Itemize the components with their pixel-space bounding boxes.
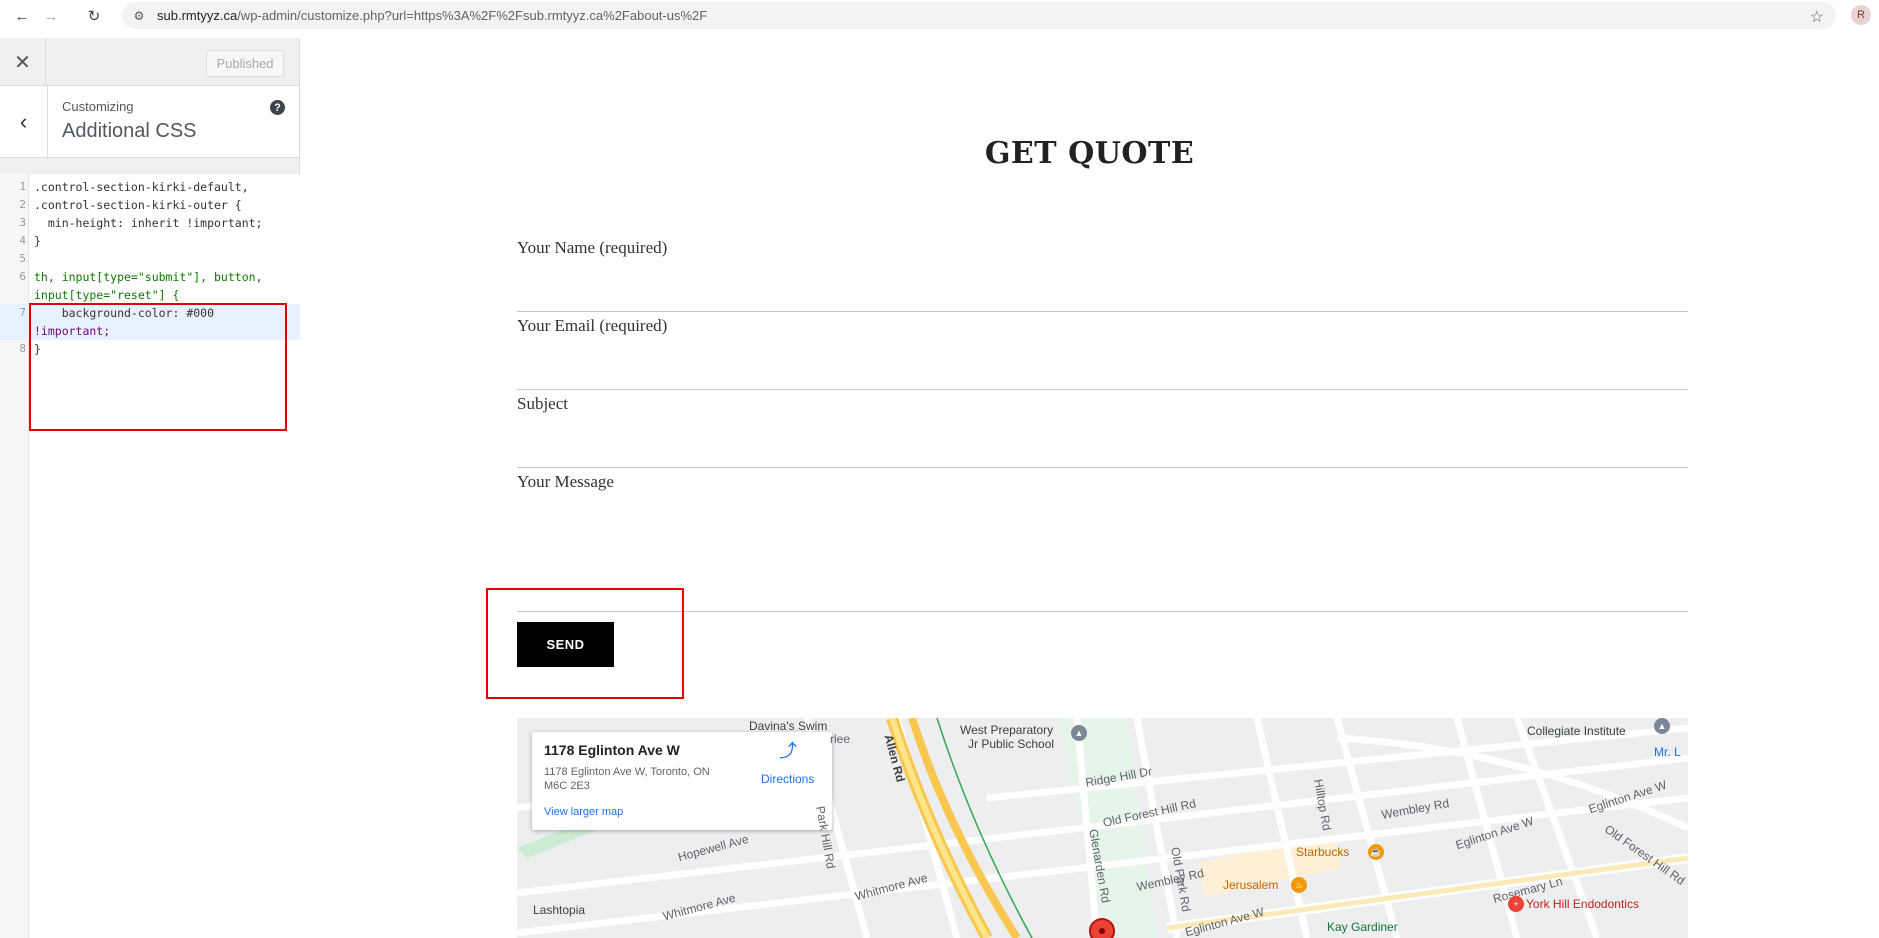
line-number: 7 (19, 306, 26, 319)
map-place-address: 1178 Eglinton Ave W, Toronto, ON M6C 2E3 (544, 766, 710, 792)
profile-avatar[interactable]: R (1851, 5, 1871, 25)
restaurant-icon: ♨ (1291, 877, 1307, 893)
school-icon: ▲ (1071, 725, 1087, 741)
line-number: 4 (19, 234, 26, 247)
published-button[interactable]: Published (206, 50, 284, 77)
line-number: 5 (19, 252, 26, 265)
bookmark-star-icon[interactable]: ☆ (1810, 7, 1824, 27)
customizer-header: ✕ Published (0, 38, 299, 86)
close-icon[interactable]: ✕ (0, 38, 46, 86)
map-label: Jr Public School (968, 737, 1055, 751)
code-line[interactable]: 4} (0, 232, 300, 250)
email-field[interactable] (517, 389, 1688, 390)
subject-label: Subject (517, 394, 568, 413)
code-line[interactable]: 5 (0, 250, 300, 268)
map-label: Collegiate Institute (1527, 724, 1626, 738)
line-number: 2 (19, 198, 26, 211)
line-number: 1 (19, 180, 26, 193)
map-label: Lashtopia (533, 903, 586, 917)
help-icon[interactable]: ? (270, 100, 285, 115)
forward-arrow-icon[interactable]: → (40, 5, 62, 27)
site-settings-icon[interactable]: ⚙ (131, 8, 147, 24)
code-line[interactable]: 2 .control-section-kirki-outer { (0, 196, 300, 214)
school-icon: ▲ (1654, 718, 1670, 734)
css-code-editor[interactable]: 1 .control-section-kirki-default, 2 .contro… (0, 174, 300, 938)
code-line[interactable]: 3 min-height: inherit !important; (0, 214, 300, 232)
highlight-box-send (486, 588, 684, 699)
code-text: input[type="reset"] { (34, 288, 180, 302)
medical-icon: + (1508, 896, 1524, 912)
map-label: Starbucks (1296, 845, 1350, 859)
email-label: Your Email (required) (517, 316, 668, 335)
url-text: sub.rmtyyz.ca/wp-admin/customize.php?url… (157, 8, 708, 23)
map-location-pin-icon[interactable] (1089, 918, 1115, 938)
back-chevron-icon[interactable]: ‹ (0, 86, 48, 158)
map-label: Mr. L (1654, 745, 1681, 759)
browser-toolbar: ← → ↻ ⚙ sub.rmtyyz.ca/wp-admin/customize… (0, 0, 1879, 32)
line-number: 3 (19, 216, 26, 229)
directions-link[interactable]: Directions (761, 772, 814, 786)
map-label: Jerusalem (1223, 878, 1279, 892)
map-label: Davina's Swim (749, 719, 828, 733)
name-label: Your Name (required) (517, 238, 668, 257)
map-place-title: 1178 Eglinton Ave W (544, 742, 680, 758)
customizing-label: Customizing (62, 99, 134, 114)
map-info-card: 1178 Eglinton Ave W 1178 Eglinton Ave W,… (532, 732, 832, 830)
coffee-icon: ☕ (1368, 844, 1384, 860)
reload-icon[interactable]: ↻ (83, 5, 105, 27)
section-header: ‹ Customizing Additional CSS ? (0, 86, 299, 158)
directions-icon[interactable]: ⤴ (778, 740, 798, 761)
google-map[interactable]: 1178 Eglinton Ave W 1178 Eglinton Ave W,… (517, 718, 1688, 938)
subject-field[interactable] (517, 467, 1688, 468)
name-field[interactable] (517, 311, 1688, 312)
message-label: Your Message (517, 472, 614, 491)
map-label: Kay Gardiner (1327, 920, 1398, 934)
site-preview: GET QUOTE Your Name (required) Your Emai… (300, 38, 1879, 938)
page-title: GET QUOTE (984, 136, 1195, 171)
line-number: 6 (19, 270, 26, 283)
map-label: rlee (830, 732, 851, 746)
line-number: 8 (19, 342, 26, 355)
map-label: York Hill Endodontics (1526, 897, 1639, 911)
customizer-sidebar: ✕ Published ‹ Customizing Additional CSS… (0, 38, 300, 938)
code-text: } (34, 234, 41, 248)
code-line[interactable]: 6 th, input[type="submit"], button, (0, 268, 300, 286)
code-line[interactable]: 1 .control-section-kirki-default, (0, 178, 300, 196)
code-text: .control-section-kirki-default, (34, 180, 249, 194)
code-text: .control-section-kirki-outer { (34, 198, 242, 212)
code-text: min-height: inherit !important; (34, 216, 263, 230)
section-title: Additional CSS (62, 120, 197, 142)
map-label: West Preparatory (960, 723, 1054, 737)
code-line[interactable]: input[type="reset"] { (0, 286, 300, 304)
message-field[interactable] (517, 611, 1688, 612)
back-arrow-icon[interactable]: ← (11, 5, 33, 27)
address-bar[interactable]: ⚙ sub.rmtyyz.ca/wp-admin/customize.php?u… (122, 2, 1836, 29)
view-larger-map-link[interactable]: View larger map (544, 806, 623, 818)
highlight-box-code (29, 303, 287, 431)
code-text: th, input[type="submit"], button, (34, 270, 263, 284)
